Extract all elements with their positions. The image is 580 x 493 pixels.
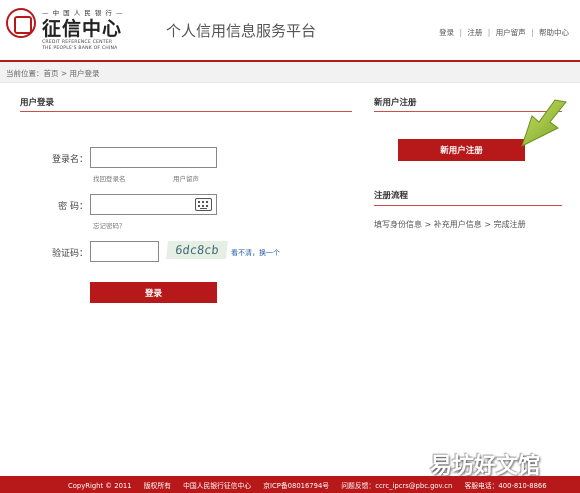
register-flow-title: 注册流程 [374,191,409,201]
top-link-register[interactable]: 注册 [467,28,482,37]
logo-english-line2: THE PEOPLE'S BANK OF CHINA [42,46,118,51]
login-section-divider [20,111,352,112]
site-header: — 中 国 人 民 银 行 — 征信中心 CREDIT REFERENCE CE… [0,0,580,60]
platform-title: 个人信用信息服务平台 [166,22,317,40]
top-link-user-voice[interactable]: 用户留声 [496,28,526,37]
top-link-login[interactable]: 登录 [439,28,454,37]
logo-seal-icon [6,8,36,38]
footer-copyright: CopyRight © 2011 [68,482,132,490]
top-nav-links: 登录 | 注册 | 用户留声 | 帮助中心 [439,27,569,38]
new-user-register-button[interactable]: 新用户注册 [398,139,525,161]
register-section-title: 新用户注册 [374,98,417,108]
footer-hotline: 客服电话：400-810-8866 [464,482,547,490]
logo-english-line1: CREDIT REFERENCE CENTER [42,40,113,45]
separator: | [487,28,491,37]
captcha-input[interactable] [90,241,159,262]
footer-rights: 版权所有 [143,482,171,490]
register-flow-steps: 填写身份信息 > 补充用户信息 > 完成注册 [374,220,526,229]
separator: | [459,28,462,37]
username-label: 登录名： [51,155,88,165]
forgot-password-link[interactable]: 忘记密码？ [93,220,126,230]
captcha-image[interactable]: 6dc8cb [166,241,228,259]
password-label: 密 码： [58,202,88,212]
pointer-arrow-icon [521,99,567,147]
breadcrumb-bar: 当前位置：首页 > 用户登录 [0,62,580,83]
captcha-label: 验证码： [51,249,88,259]
footer-feedback[interactable]: 问题反馈：ccrc_ipcrs@pbc.gov.cn [341,482,452,490]
top-link-help-center[interactable]: 帮助中心 [539,28,569,37]
captcha-refresh-link[interactable]: 看不清，换一个 [231,248,280,258]
login-button[interactable]: 登录 [90,282,217,303]
breadcrumb: 当前位置：首页 > 用户登录 [6,69,100,78]
footer-icp[interactable]: 京ICP备08016794号 [263,482,329,490]
footer-owner: 中国人民银行征信中心 [183,482,252,490]
login-section-title: 用户登录 [20,98,55,108]
username-input[interactable] [90,147,217,168]
user-voice-link[interactable]: 用户留声 [173,173,199,183]
logo[interactable]: — 中 国 人 民 银 行 — 征信中心 CREDIT REFERENCE CE… [6,7,156,51]
find-username-link[interactable]: 找回登录名 [93,173,126,183]
footer-text: CopyRight © 2011 版权所有 中国人民银行征信中心 京ICP备08… [68,480,557,490]
separator: | [531,28,534,37]
site-footer: CopyRight © 2011 版权所有 中国人民银行征信中心 京ICP备08… [0,476,580,493]
register-flow-divider [374,205,562,206]
logo-name: 征信中心 [42,18,123,40]
virtual-keyboard-icon[interactable] [195,198,212,211]
